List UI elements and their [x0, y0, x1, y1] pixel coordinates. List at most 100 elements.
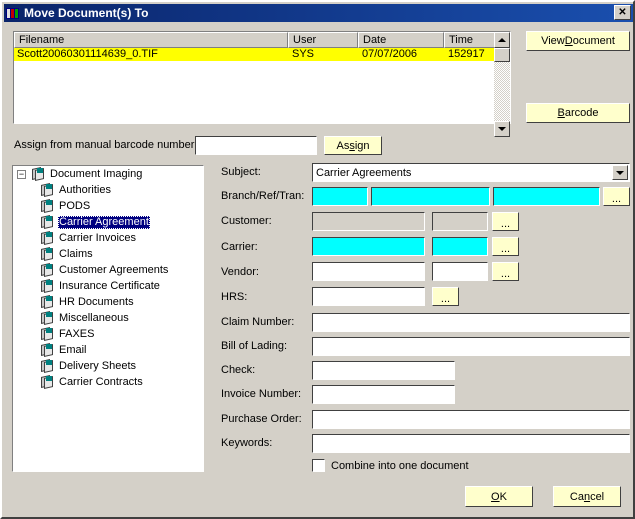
- tree-item-pods[interactable]: PODS: [13, 198, 203, 214]
- tree-item-claims[interactable]: Claims: [13, 246, 203, 262]
- folder-icon: [39, 359, 55, 373]
- tree-item-faxes[interactable]: FAXES: [13, 326, 203, 342]
- folder-icon: [39, 247, 55, 261]
- window-title: Move Document(s) To: [24, 6, 149, 20]
- tree-item-customer-agreements[interactable]: Customer Agreements: [13, 262, 203, 278]
- vendor-secondary-field[interactable]: [432, 262, 488, 281]
- folder-icon: [39, 231, 55, 245]
- folder-icon: [39, 375, 55, 389]
- tree-item-label: Carrier Invoices: [59, 231, 137, 244]
- branch-field[interactable]: [312, 187, 368, 206]
- tree-item-authorities[interactable]: Authorities: [13, 182, 203, 198]
- close-icon[interactable]: ✕: [614, 5, 631, 20]
- folder-icon: [39, 295, 55, 309]
- invoice-number-field[interactable]: [312, 385, 455, 404]
- tree-item-hr-documents[interactable]: HR Documents: [13, 294, 203, 310]
- tree-item-label: Customer Agreements: [59, 263, 169, 276]
- subject-value: Carrier Agreements: [316, 166, 412, 179]
- vendor-field[interactable]: [312, 262, 425, 281]
- barcode-input[interactable]: [195, 136, 317, 155]
- folder-icon: [39, 263, 55, 277]
- view-document-button[interactable]: View Document: [526, 31, 630, 51]
- document-stack-icon: [6, 7, 20, 20]
- keywords-field[interactable]: [312, 434, 630, 453]
- tree-item-carrier-contracts[interactable]: Carrier Contracts: [13, 374, 203, 390]
- combine-checkbox[interactable]: [312, 459, 325, 472]
- tree-item-label: Carrier Contracts: [59, 375, 143, 388]
- carrier-field[interactable]: [312, 237, 425, 256]
- tree-item-email[interactable]: Email: [13, 342, 203, 358]
- folder-tree[interactable]: − Document Imaging Authorities PODS Carr…: [12, 165, 204, 472]
- tree-item-carrier-invoices[interactable]: Carrier Invoices: [13, 230, 203, 246]
- list-scrollbar[interactable]: [494, 32, 510, 137]
- arrow-up-icon: [498, 38, 506, 42]
- tree-item-label: Carrier Agreement: [58, 215, 150, 229]
- assign-button[interactable]: As s ign: [324, 136, 382, 155]
- assign-post: ign: [354, 139, 370, 152]
- column-header-user[interactable]: User: [288, 32, 358, 48]
- label-bill-of-lading: Bill of Lading:: [221, 340, 288, 352]
- label-subject: Subject:: [221, 166, 261, 178]
- chevron-down-icon[interactable]: [612, 165, 628, 180]
- cancel-button[interactable]: Ca n cel: [553, 486, 621, 507]
- purchase-order-field[interactable]: [312, 410, 630, 429]
- carrier-browse-button[interactable]: ...: [492, 237, 519, 256]
- scrollbar-track[interactable]: [494, 62, 510, 121]
- column-header-date[interactable]: Date: [358, 32, 444, 48]
- tree-item-label: Claims: [59, 247, 93, 260]
- arrow-down-icon: [498, 127, 506, 131]
- folder-icon: [39, 215, 55, 229]
- document-list[interactable]: Filename User Date Time Scott20060301114…: [13, 31, 511, 137]
- folder-icon: [39, 183, 55, 197]
- combine-checkbox-row[interactable]: Combine into one document: [312, 459, 469, 472]
- tree-item-miscellaneous[interactable]: Miscellaneous: [13, 310, 203, 326]
- barcode-button[interactable]: Barcode: [526, 103, 630, 123]
- hrs-browse-button[interactable]: ...: [432, 287, 459, 306]
- tree-item-insurance-certificate[interactable]: Insurance Certificate: [13, 278, 203, 294]
- cell-date: 07/07/2006: [362, 48, 418, 60]
- hrs-field[interactable]: [312, 287, 425, 306]
- tree-item-label: Authorities: [59, 183, 111, 196]
- ok-button[interactable]: OK: [465, 486, 533, 507]
- bill-of-lading-field[interactable]: [312, 337, 630, 356]
- label-branch: Branch/Ref/Tran:: [221, 190, 305, 202]
- collapse-icon[interactable]: −: [17, 169, 26, 179]
- view-document-post: ocument: [572, 35, 615, 47]
- tree-item-label: Delivery Sheets: [59, 359, 137, 372]
- tran-field[interactable]: [493, 187, 600, 206]
- scroll-up-button[interactable]: [494, 32, 510, 48]
- tree-item-carrier-agreement[interactable]: Carrier Agreement: [13, 214, 203, 230]
- customer-field[interactable]: [312, 212, 425, 231]
- folder-icon: [30, 167, 46, 181]
- barcode-label: Assign from manual barcode number:: [14, 139, 198, 151]
- folder-icon: [39, 327, 55, 341]
- scrollbar-thumb[interactable]: [494, 48, 510, 62]
- tree-item-label: Miscellaneous: [59, 311, 129, 324]
- claim-number-field[interactable]: [312, 313, 630, 332]
- ref-field[interactable]: [371, 187, 490, 206]
- branch-browse-button[interactable]: ...: [603, 187, 630, 206]
- subject-dropdown[interactable]: Carrier Agreements: [312, 163, 630, 182]
- tree-item-delivery-sheets[interactable]: Delivery Sheets: [13, 358, 203, 374]
- label-hrs: HRS:: [221, 291, 248, 303]
- table-row[interactable]: Scott20060301114639_0.TIF SYS 07/07/2006…: [14, 48, 510, 61]
- column-header-filename[interactable]: Filename: [14, 32, 288, 48]
- combine-label: Combine into one document: [331, 459, 469, 472]
- customer-browse-button[interactable]: ...: [492, 212, 519, 231]
- label-customer: Customer:: [221, 215, 272, 227]
- vendor-browse-button[interactable]: ...: [492, 262, 519, 281]
- label-carrier: Carrier:: [221, 241, 258, 253]
- title-bar: Move Document(s) To ✕: [4, 4, 633, 22]
- tree-root-document-imaging[interactable]: − Document Imaging: [13, 166, 203, 182]
- tree-root-label: Document Imaging: [50, 167, 143, 180]
- label-check: Check:: [221, 364, 256, 376]
- tree-item-label: PODS: [59, 199, 91, 212]
- customer-secondary-field[interactable]: [432, 212, 488, 231]
- carrier-secondary-field[interactable]: [432, 237, 488, 256]
- scroll-down-button[interactable]: [494, 121, 510, 137]
- folder-icon: [39, 311, 55, 325]
- folder-icon: [39, 343, 55, 357]
- ok-acc: O: [491, 490, 500, 503]
- label-vendor: Vendor:: [221, 266, 259, 278]
- check-field[interactable]: [312, 361, 455, 380]
